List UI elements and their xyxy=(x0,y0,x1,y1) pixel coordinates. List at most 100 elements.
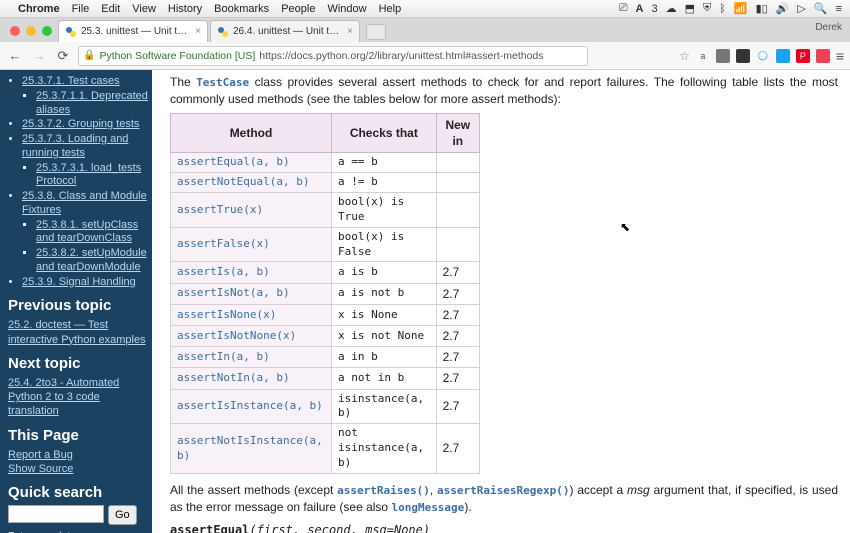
screen-icon[interactable]: ⎚ xyxy=(619,2,628,15)
assert-method-link[interactable]: assertIn(a, b) xyxy=(177,350,270,363)
show-source-link[interactable]: Show Source xyxy=(8,463,73,475)
checks-cell: a in b xyxy=(338,350,378,363)
menu-view[interactable]: View xyxy=(132,3,156,15)
volume-icon[interactable]: 🔊 xyxy=(776,2,790,15)
newin-cell xyxy=(436,227,479,262)
dropbox-icon[interactable]: ⬒ xyxy=(685,2,695,15)
menu-bookmarks[interactable]: Bookmarks xyxy=(214,3,269,15)
window-minimize-button[interactable] xyxy=(26,26,36,36)
newin-cell xyxy=(436,173,479,193)
tab-1-close-icon[interactable]: × xyxy=(195,26,201,37)
assert-method-link[interactable]: assertTrue(x) xyxy=(177,203,263,216)
new-tab-button[interactable] xyxy=(366,24,386,40)
menu-help[interactable]: Help xyxy=(379,3,402,15)
assert-method-link[interactable]: assertIsNot(a, b) xyxy=(177,286,290,299)
assert-method-link[interactable]: assertIs(a, b) xyxy=(177,265,270,278)
intro-paragraph: The TestCase class provides several asse… xyxy=(170,74,838,107)
checks-cell: isinstance(a, b) xyxy=(338,392,424,420)
back-button[interactable]: ← xyxy=(6,47,24,65)
browser-tab-2[interactable]: 26.4. unittest — Unit testing × xyxy=(210,20,360,42)
address-bar[interactable]: 🔒 Python Software Foundation [US] https:… xyxy=(78,46,588,66)
ext-circle-icon[interactable]: ◯ xyxy=(756,49,770,63)
checks-cell: bool(x) is True xyxy=(338,195,404,223)
assertequal-sig: (first, second, msg=None) xyxy=(249,523,430,533)
ext-amazon-icon[interactable]: a xyxy=(696,49,710,63)
ext-blue-icon[interactable] xyxy=(776,49,790,63)
table-row: assertIs(a, b)a is b2.7 xyxy=(171,262,480,283)
table-row: assertIsInstance(a, b)isinstance(a, b)2.… xyxy=(171,389,480,424)
next-topic-heading: Next topic xyxy=(8,355,148,372)
menu-people[interactable]: People xyxy=(281,3,315,15)
adobe-icon[interactable]: A xyxy=(636,3,644,15)
chrome-profile-label[interactable]: Derek xyxy=(815,22,842,33)
tab-2-close-icon[interactable]: × xyxy=(347,26,353,37)
assert-method-link[interactable]: assertNotIsInstance(a, b) xyxy=(177,434,323,462)
assert-method-link[interactable]: assertIsNone(x) xyxy=(177,308,276,321)
bluetooth-icon[interactable]: ᛒ xyxy=(719,3,726,15)
table-row: assertNotIsInstance(a, b)not isinstance(… xyxy=(171,424,480,474)
toc-loading-running[interactable]: 25.3.7.3. Loading and running tests xyxy=(22,133,128,159)
table-row: assertTrue(x) bool(x) is True xyxy=(171,193,480,228)
checks-cell: x is None xyxy=(338,308,398,321)
menu-edit[interactable]: Edit xyxy=(101,3,120,15)
assertraises-ref[interactable]: assertRaises() xyxy=(337,484,430,497)
reload-button[interactable]: ⟳ xyxy=(54,47,72,65)
window-close-button[interactable] xyxy=(10,26,20,36)
ext-dark-icon[interactable] xyxy=(736,49,750,63)
toc-class-module-fixtures[interactable]: 25.3.8. Class and Module Fixtures xyxy=(22,190,147,216)
menu-file[interactable]: File xyxy=(72,3,90,15)
window-zoom-button[interactable] xyxy=(42,26,52,36)
menu-app[interactable]: Chrome xyxy=(18,3,60,15)
battery-icon[interactable]: ▮▯ xyxy=(756,2,768,15)
num-icon: 3 xyxy=(652,3,658,15)
star-icon[interactable]: ☆ xyxy=(679,49,690,63)
assert-method-link[interactable]: assertNotEqual(a, b) xyxy=(177,175,309,188)
ext-pocket-icon[interactable] xyxy=(816,49,830,63)
airplay-icon[interactable]: ▷ xyxy=(797,2,805,15)
cloud-icon[interactable]: ☁ xyxy=(666,2,677,15)
toc-setupmodule[interactable]: 25.3.8.2. setUpModule and tearDownModule xyxy=(36,247,147,273)
menu-history[interactable]: History xyxy=(168,3,202,15)
toc-test-cases[interactable]: 25.3.7.1. Test cases xyxy=(22,75,120,87)
toc-setupclass[interactable]: 25.3.8.1. setUpClass and tearDownClass xyxy=(36,219,138,245)
checks-cell: bool(x) is False xyxy=(338,230,404,258)
assert-method-link[interactable]: assertIsInstance(a, b) xyxy=(177,399,323,412)
wifi-icon[interactable]: 📶 xyxy=(734,2,748,15)
next-topic-link[interactable]: 25.4. 2to3 - Automated Python 2 to 3 cod… xyxy=(8,377,119,418)
toc-load-tests-protocol[interactable]: 25.3.7.3.1. load_tests Protocol xyxy=(36,162,141,188)
previous-topic-heading: Previous topic xyxy=(8,297,148,314)
th-method: Method xyxy=(171,114,332,153)
content: The TestCase class provides several asse… xyxy=(152,70,850,533)
shield-icon[interactable]: ⛨ xyxy=(703,2,711,15)
newin-cell: 2.7 xyxy=(436,424,479,474)
toc-grouping-tests[interactable]: 25.3.7.2. Grouping tests xyxy=(22,118,139,130)
forward-button[interactable]: → xyxy=(30,47,48,65)
assert-method-link[interactable]: assertEqual(a, b) xyxy=(177,155,290,168)
assert-method-link[interactable]: assertNotIn(a, b) xyxy=(177,371,290,384)
this-page-heading: This Page xyxy=(8,427,148,444)
assertraisesregexp-ref[interactable]: assertRaisesRegexp() xyxy=(437,484,569,497)
ext-gray-icon[interactable] xyxy=(716,49,730,63)
testcase-class-ref[interactable]: TestCase xyxy=(196,76,249,89)
spotlight-icon[interactable]: 🔍 xyxy=(814,2,828,15)
toc-deprecated-aliases[interactable]: 25.3.7.1.1. Deprecated aliases xyxy=(36,90,148,116)
chrome-menu-icon[interactable]: ≡ xyxy=(836,48,844,64)
toc-signal-handling[interactable]: 25.3.9. Signal Handling xyxy=(22,276,136,288)
menu-extra-icon[interactable]: ≡ xyxy=(836,3,842,15)
assertequal-desc: assertEqual(first, second, msg=None) Tes… xyxy=(170,522,838,533)
menu-window[interactable]: Window xyxy=(327,3,366,15)
newin-cell: 2.7 xyxy=(436,304,479,325)
table-row: assertFalse(x) bool(x) is False xyxy=(171,227,480,262)
browser-tab-1[interactable]: 25.3. unittest — Unit testing fr × xyxy=(58,20,208,42)
assert-method-link[interactable]: assertIsNotNone(x) xyxy=(177,329,296,342)
ext-pinterest-icon[interactable]: P xyxy=(796,49,810,63)
assertequal-name: assertEqual xyxy=(170,523,249,533)
addr-host: Python Software Foundation [US] xyxy=(99,50,255,62)
table-row: assertIsNotNone(x)x is not None2.7 xyxy=(171,326,480,347)
report-bug-link[interactable]: Report a Bug xyxy=(8,449,73,461)
longmessage-ref[interactable]: longMessage xyxy=(391,501,464,514)
quick-search-go-button[interactable]: Go xyxy=(108,505,137,525)
assert-method-link[interactable]: assertFalse(x) xyxy=(177,237,270,250)
previous-topic-link[interactable]: 25.2. doctest — Test interactive Python … xyxy=(8,319,146,345)
quick-search-input[interactable] xyxy=(8,505,104,523)
